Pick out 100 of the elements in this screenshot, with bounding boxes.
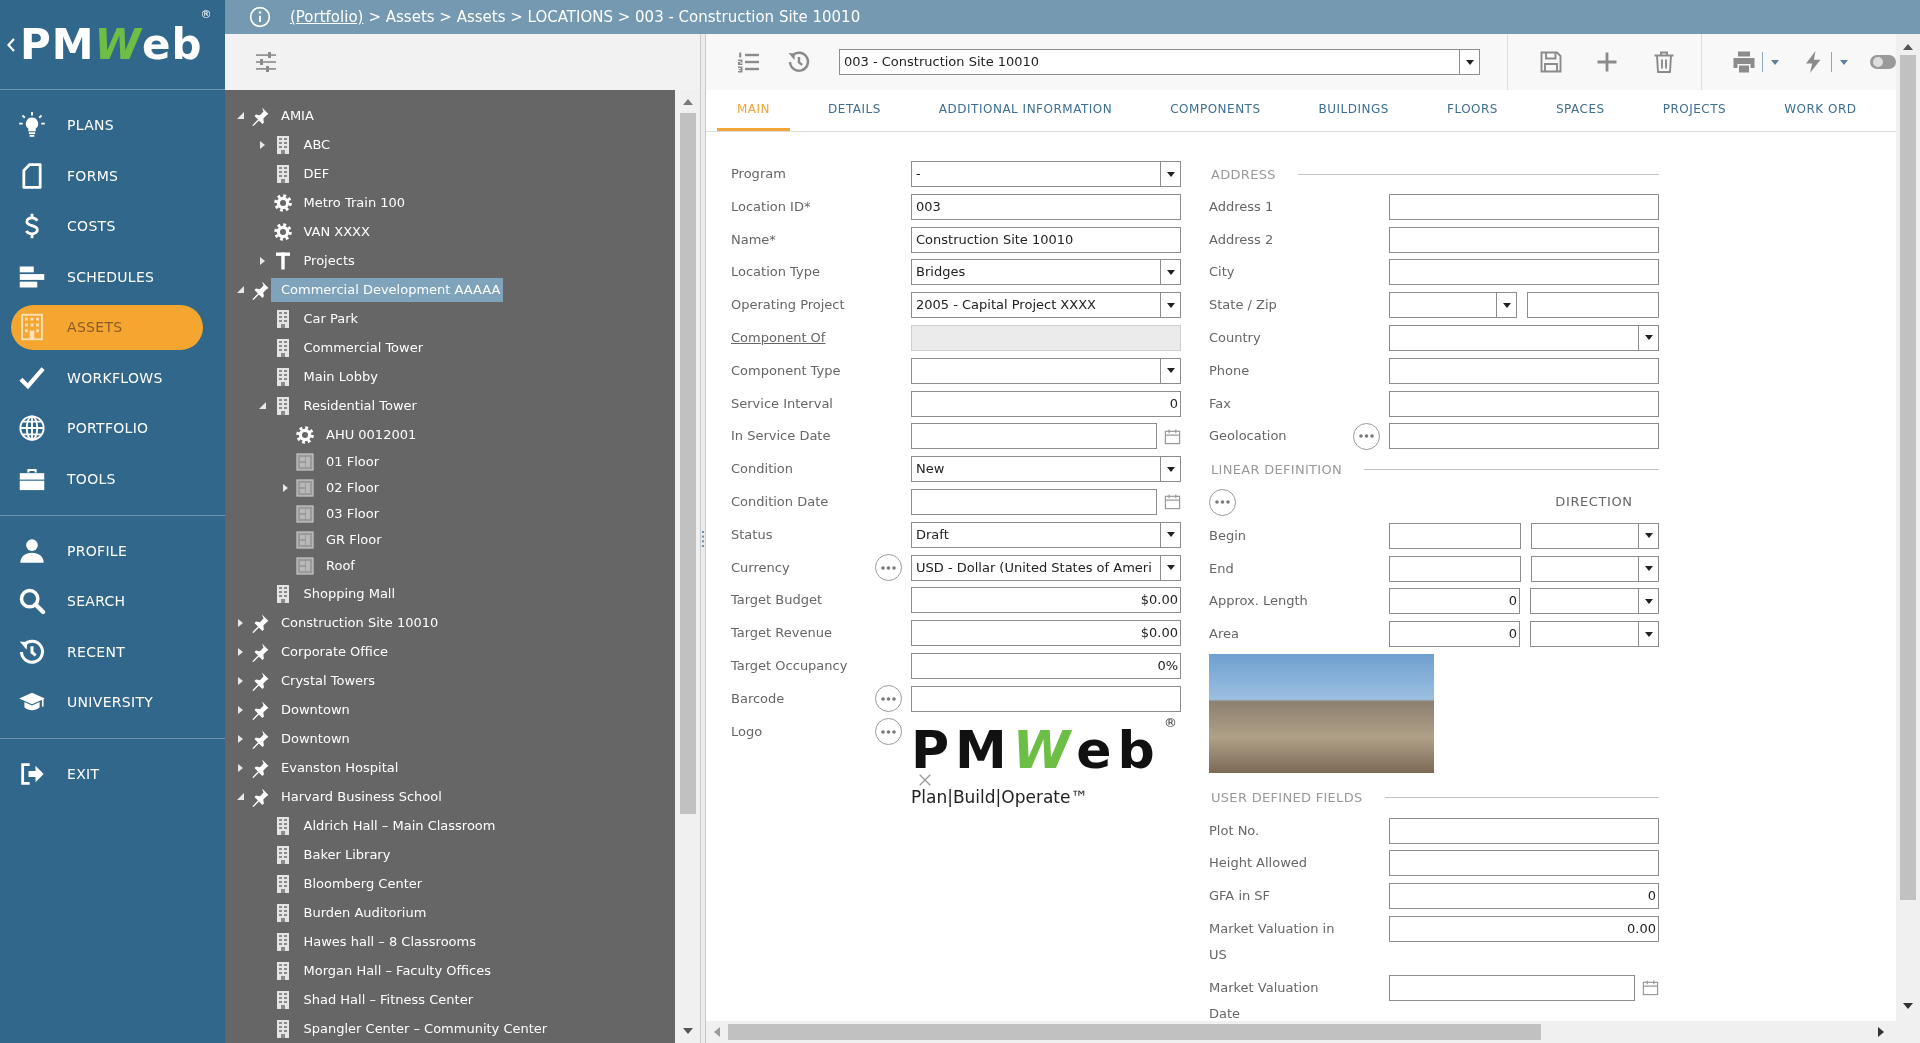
text-field[interactable] [1389, 357, 1659, 384]
scroll-right-icon[interactable] [1878, 1027, 1884, 1037]
nav-item[interactable]: PROFILE [11, 528, 203, 573]
record-dropdown[interactable]: 003 - Construction Site 10010 [839, 49, 1480, 75]
caret-down-icon[interactable] [1166, 565, 1175, 571]
tree-item[interactable]: Morgan Hall – Faculty Offices [293, 958, 494, 983]
nav-item[interactable]: ASSETS [11, 304, 203, 350]
text-field[interactable] [1389, 555, 1521, 582]
date-field[interactable] [1389, 974, 1635, 1001]
nav-item[interactable]: SCHEDULES [11, 254, 203, 299]
collapsed-arrow-icon[interactable] [260, 256, 265, 265]
collapsed-arrow-icon[interactable] [282, 484, 288, 492]
nav-item[interactable]: EXIT [11, 751, 203, 797]
expanded-arrow-icon[interactable] [236, 112, 244, 119]
tab[interactable]: ADDITIONAL INFORMATION [918, 90, 1133, 131]
tree-item[interactable]: Downtown [271, 726, 353, 751]
caret-down-icon[interactable] [1465, 59, 1474, 65]
plus-icon[interactable] [1595, 50, 1619, 74]
more-button[interactable] [875, 718, 902, 746]
info-icon[interactable] [249, 6, 271, 28]
back-chevron-icon[interactable] [7, 37, 15, 52]
scroll-down-icon[interactable] [682, 1028, 693, 1034]
more-button[interactable] [1209, 488, 1236, 516]
number-field[interactable]: $0.00 [911, 620, 1181, 647]
text-field[interactable] [1389, 390, 1659, 417]
tab[interactable]: FLOORS [1427, 90, 1518, 131]
scrollbar-thumb[interactable] [728, 1024, 1541, 1040]
text-field[interactable]: Construction Site 10010 [911, 226, 1181, 253]
tree-item[interactable]: GR Floor [316, 528, 385, 552]
expanded-arrow-icon[interactable] [236, 286, 244, 293]
collapsed-arrow-icon[interactable] [237, 734, 243, 743]
tree-item[interactable]: Car Park [293, 306, 362, 331]
save-icon[interactable] [1539, 50, 1563, 74]
tree-item[interactable]: Corporate Office [271, 639, 392, 664]
tree-item[interactable]: Hawes hall – 8 Classrooms [293, 929, 479, 954]
nav-item[interactable]: SEARCH [11, 578, 203, 624]
tab[interactable]: BUILDINGS [1298, 90, 1409, 131]
numbered-list-icon[interactable] [736, 50, 760, 74]
tree-item[interactable]: Baker Library [293, 842, 394, 867]
text-field[interactable] [1389, 193, 1659, 220]
scroll-down-icon[interactable] [1903, 1003, 1913, 1009]
text-field[interactable] [1527, 292, 1659, 319]
caret-down-icon[interactable] [1166, 302, 1175, 308]
tab[interactable]: PROJECTS [1642, 90, 1747, 131]
nav-item[interactable]: RECENT [11, 629, 203, 674]
scroll-up-icon[interactable] [682, 99, 693, 105]
scrollbar[interactable] [1896, 34, 1920, 1043]
dropdown-field[interactable] [911, 357, 1181, 384]
tree-item[interactable]: DEF [293, 161, 333, 186]
scrollbar-thumb[interactable] [679, 113, 696, 814]
nav-item[interactable]: PORTFOLIO [11, 405, 203, 451]
date-field[interactable] [911, 423, 1157, 450]
tab[interactable]: COMPONENTS [1150, 90, 1281, 131]
dropdown-field[interactable] [1530, 588, 1659, 615]
date-field[interactable] [911, 488, 1157, 515]
nav-item[interactable]: WORKFLOWS [11, 355, 203, 400]
tree-item[interactable]: Burden Auditorium [293, 900, 430, 925]
scrollbar-thumb[interactable] [1900, 55, 1916, 900]
calendar-icon[interactable] [1642, 979, 1659, 997]
tree-item[interactable]: Projects [293, 248, 358, 273]
collapsed-arrow-icon[interactable] [237, 763, 243, 772]
dropdown-field[interactable]: New [911, 456, 1181, 483]
tree-item[interactable]: AHU 0012001 [316, 422, 420, 447]
tab[interactable]: DETAILS [808, 90, 901, 131]
printer-icon[interactable] [1732, 50, 1756, 74]
tree-item[interactable]: Shopping Mall [293, 581, 399, 606]
tree-item[interactable]: Roof [316, 554, 358, 578]
tree-item[interactable]: ABC [293, 132, 334, 157]
caret-down-icon[interactable] [1644, 566, 1653, 572]
nav-item[interactable]: PLANS [11, 102, 203, 148]
dropdown-field[interactable] [1531, 555, 1659, 582]
history-icon[interactable] [787, 50, 811, 74]
text-field[interactable] [1389, 226, 1659, 253]
tree-item[interactable]: Bloomberg Center [293, 871, 426, 896]
more-button[interactable] [1353, 422, 1380, 450]
collapsed-arrow-icon[interactable] [237, 676, 243, 685]
caret-down-icon[interactable] [1502, 302, 1511, 308]
calendar-icon[interactable] [1164, 493, 1181, 511]
tree-item[interactable]: Downtown [271, 697, 353, 722]
caret-down-icon[interactable] [1166, 532, 1175, 538]
number-field[interactable]: 0.00 [1389, 915, 1659, 942]
caret-down-icon[interactable] [1644, 533, 1653, 539]
tree-item[interactable]: Main Lobby [293, 364, 381, 389]
breadcrumb-link[interactable]: (Portfolio) [290, 8, 364, 26]
trash-icon[interactable] [1652, 50, 1676, 74]
caret-down-icon[interactable] [1644, 631, 1653, 637]
text-field[interactable] [1389, 850, 1659, 877]
number-field[interactable]: 0 [1389, 621, 1520, 648]
text-field[interactable] [1389, 522, 1521, 549]
dropdown-field[interactable]: 2005 - Capital Project XXXX [911, 292, 1181, 319]
tree-item[interactable]: Harvard Business School [271, 784, 445, 809]
tab[interactable]: SPACES [1536, 90, 1625, 131]
collapsed-arrow-icon[interactable] [237, 618, 243, 627]
text-field[interactable] [1389, 423, 1659, 450]
more-button[interactable] [875, 554, 902, 582]
nav-item[interactable]: UNIVERSITY [11, 679, 203, 725]
tree-item[interactable]: Shad Hall – Fitness Center [293, 987, 476, 1012]
tree-item[interactable]: 02 Floor [316, 476, 382, 500]
dropdown-field[interactable] [1389, 292, 1517, 319]
tree-item[interactable]: VAN XXXX [293, 219, 373, 244]
